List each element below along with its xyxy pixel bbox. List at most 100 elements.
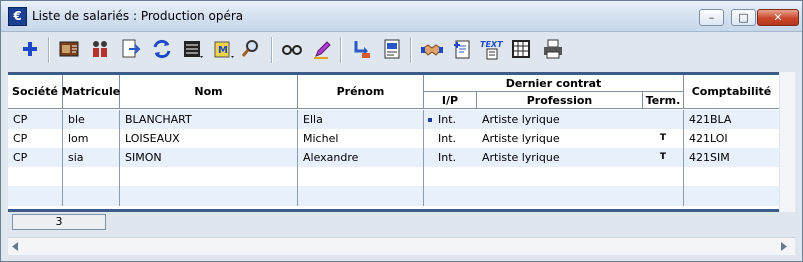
scroll-right-icon[interactable] [780,242,788,251]
export-icon [122,39,141,58]
search-icon [241,40,258,57]
col-header-profession[interactable]: Profession [477,92,643,109]
close-button[interactable]: ✕ [757,9,799,26]
pen-icon [314,41,331,59]
table-row[interactable]: CP sia SIMON Alexandre Int. Artiste lyri… [8,148,779,167]
add-icon [23,42,37,56]
list-menu-icon [184,41,203,58]
edit-button[interactable] [310,37,334,61]
toolbar-separator [410,37,412,63]
text-button[interactable]: TEXT [479,37,503,61]
card-icon [59,41,79,57]
col-header-prenom[interactable]: Prénom [298,75,424,109]
empty-cell [643,186,684,206]
col-header-term[interactable]: Term. [643,92,684,109]
import-icon [384,39,400,59]
col-header-dernier-contrat: Dernier contrat [424,75,684,92]
vertical-scrollbar[interactable] [780,72,795,212]
cell-profession: Artiste lyrique [482,132,560,145]
table-button[interactable] [509,37,533,61]
col-header-ip[interactable]: I/P [424,92,477,109]
cell-term-value: T [659,152,667,162]
print-button[interactable] [541,37,565,61]
export-button[interactable] [119,37,143,61]
list-menu-button[interactable] [181,37,205,61]
cell-nom: LOISEAUX [120,129,298,148]
svg-text:M: M [218,45,228,56]
cell-profession: Artiste lyrique [482,151,560,164]
col-header-nom[interactable]: Nom [120,75,298,109]
toolbar-separator [48,37,50,63]
empty-cell [8,186,63,206]
cell-comptabilite: 421SIM [689,151,730,164]
add-document-button[interactable] [450,37,474,61]
refresh-button[interactable] [150,37,174,61]
search-button[interactable] [239,37,263,61]
minimize-icon: – [708,11,715,24]
col-header-societe[interactable]: Société [8,75,63,109]
empty-row[interactable] [8,167,779,186]
cell-ip: Int. [424,110,477,129]
toolbar: M TEXT [1,32,802,72]
print-icon [544,39,562,59]
cell-matricule: sia [63,148,120,167]
handshake-icon [421,44,443,56]
cell-ip: Int. [438,132,457,145]
empty-cell [120,167,298,186]
transfer-icon [354,41,370,58]
mail-button[interactable]: M [212,37,236,61]
col-header-matricule[interactable]: Matricule [62,75,120,109]
cell-profession: Artiste lyrique [482,113,560,126]
view-button[interactable] [280,37,304,61]
mail-icon: M [214,41,234,58]
title-bar[interactable]: € Liste de salariés : Production opéra –… [1,1,802,32]
empty-cell [63,167,120,186]
window-title: Liste de salariés : Production opéra [32,9,244,23]
cell-nom: SIMON [120,148,298,167]
svg-text:TEXT: TEXT [480,40,503,49]
maximize-button[interactable]: □ [731,9,756,26]
cell-term [643,110,684,129]
table-icon [512,40,530,58]
table-row[interactable]: CP lom LOISEAUX Michel Int. Artiste lyri… [8,129,779,148]
handshake-button[interactable] [420,37,444,61]
employee-table: Société Matricule Nom Prénom Dernier con… [8,72,779,212]
cell-ip: Int. [438,151,457,164]
toolbar-separator [340,37,342,63]
cell-nom: BLANCHART [120,110,298,129]
record-count: 3 [12,214,106,230]
empty-cell [298,186,424,206]
people-button[interactable] [88,37,112,61]
refresh-icon [153,39,171,59]
cell-societe: CP [8,129,63,148]
empty-row[interactable] [8,186,779,206]
cell-term: T [643,129,684,148]
cell-ip-value: Int. [438,113,457,126]
people-icon [93,41,107,57]
row-selected-marker [428,118,432,122]
import-button[interactable] [380,37,404,61]
cell-societe: CP [8,110,63,129]
cell-comptabilite: 421LOI [689,132,728,145]
maximize-icon: □ [738,11,749,24]
cell-matricule: lom [63,129,120,148]
cell-prenom: Alexandre [298,148,424,167]
cell-matricule: ble [63,110,120,129]
empty-cell [298,167,424,186]
main-window: € Liste de salariés : Production opéra –… [0,0,803,262]
minimize-button[interactable]: – [699,9,724,26]
transfer-button[interactable] [350,37,374,61]
scroll-left-icon[interactable] [11,242,19,251]
cell-societe: CP [8,148,63,167]
horizontal-scrollbar[interactable] [8,237,795,255]
cell-comptabilite: 421BLA [689,113,732,126]
col-header-comptabilite[interactable]: Comptabilité [684,75,779,109]
card-button[interactable] [57,37,81,61]
glasses-icon [282,45,302,55]
close-icon: ✕ [773,11,783,24]
empty-cell [643,167,684,186]
add-button[interactable] [18,37,42,61]
table-row[interactable]: CP ble BLANCHART Ella Int. Artiste lyriq… [8,110,779,129]
empty-cell [120,186,298,206]
cell-prenom: Ella [298,110,424,129]
